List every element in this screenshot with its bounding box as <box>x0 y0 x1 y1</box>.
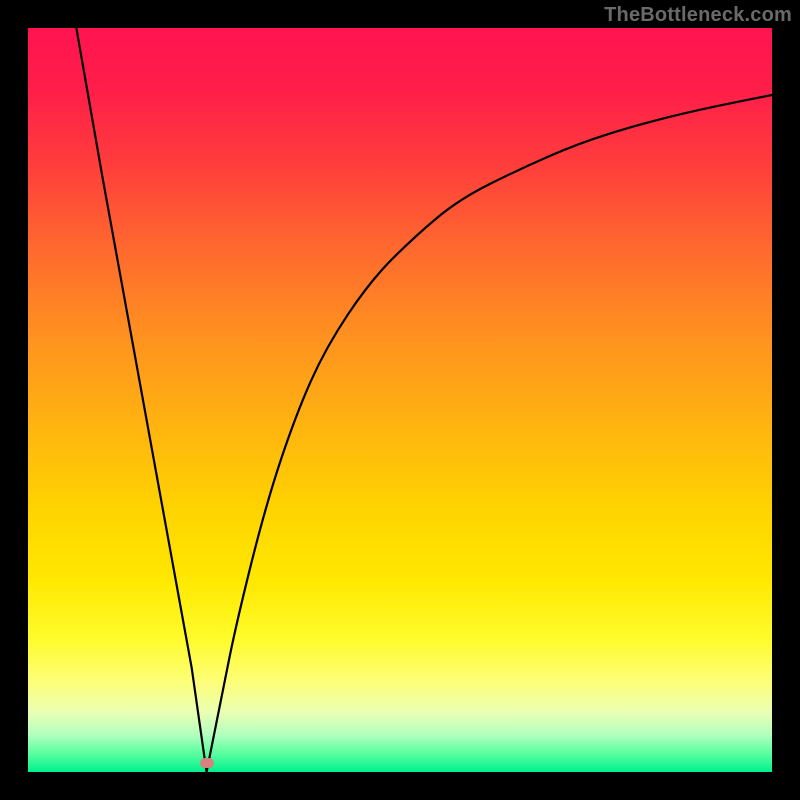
watermark-text: TheBottleneck.com <box>604 4 792 27</box>
chart-frame: TheBottleneck.com <box>0 0 800 800</box>
bottleneck-curve-left <box>76 28 206 772</box>
plot-area <box>28 28 772 772</box>
minimum-marker <box>200 758 214 768</box>
curve-svg <box>28 28 772 772</box>
bottleneck-curve-right <box>207 95 772 772</box>
